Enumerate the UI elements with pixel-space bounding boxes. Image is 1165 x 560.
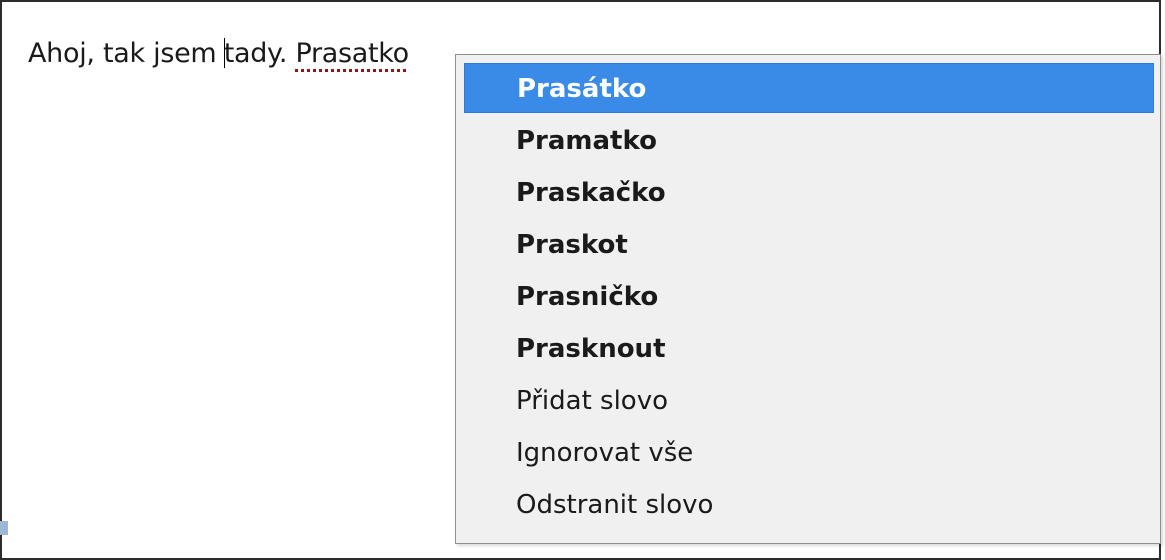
suggestion-label: Prasátko [517, 74, 647, 104]
action-label: Přidat slovo [516, 386, 669, 416]
spellcheck-context-menu: Prasátko Pramatko Praskačko Praskot Pras… [455, 54, 1161, 544]
suggestion-label: Prasničko [516, 282, 659, 312]
ignore-all-item[interactable]: Ignorovat vše [464, 428, 1154, 478]
action-label: Ignorovat vše [516, 438, 694, 468]
taskbar-edge [0, 521, 8, 535]
suggestion-label: Praskačko [516, 178, 666, 208]
add-word-item[interactable]: Přidat slovo [464, 376, 1154, 426]
suggestion-label: Prasknout [516, 334, 666, 364]
remove-word-item[interactable]: Odstranit slovo [464, 480, 1154, 530]
suggestion-item-praskot[interactable]: Praskot [464, 220, 1154, 270]
suggestion-label: Pramatko [516, 126, 657, 156]
suggestion-item-praskacko[interactable]: Praskačko [464, 168, 1154, 218]
editor-text-line[interactable]: Ahoj, tak jsem tady. Prasatko [28, 38, 409, 69]
suggestion-item-prasnicko[interactable]: Prasničko [464, 272, 1154, 322]
suggestion-item-prasknout[interactable]: Prasknout [464, 324, 1154, 374]
text-before-caret: Ahoj, tak jsem [28, 38, 225, 69]
suggestion-label: Praskot [516, 230, 628, 260]
misspelled-word[interactable]: Prasatko [295, 38, 409, 69]
action-label: Odstranit slovo [516, 490, 714, 520]
suggestion-item-prasatko[interactable]: Prasátko [464, 63, 1154, 113]
text-after-caret: tady. [223, 38, 296, 69]
suggestion-item-pramatko[interactable]: Pramatko [464, 116, 1154, 166]
